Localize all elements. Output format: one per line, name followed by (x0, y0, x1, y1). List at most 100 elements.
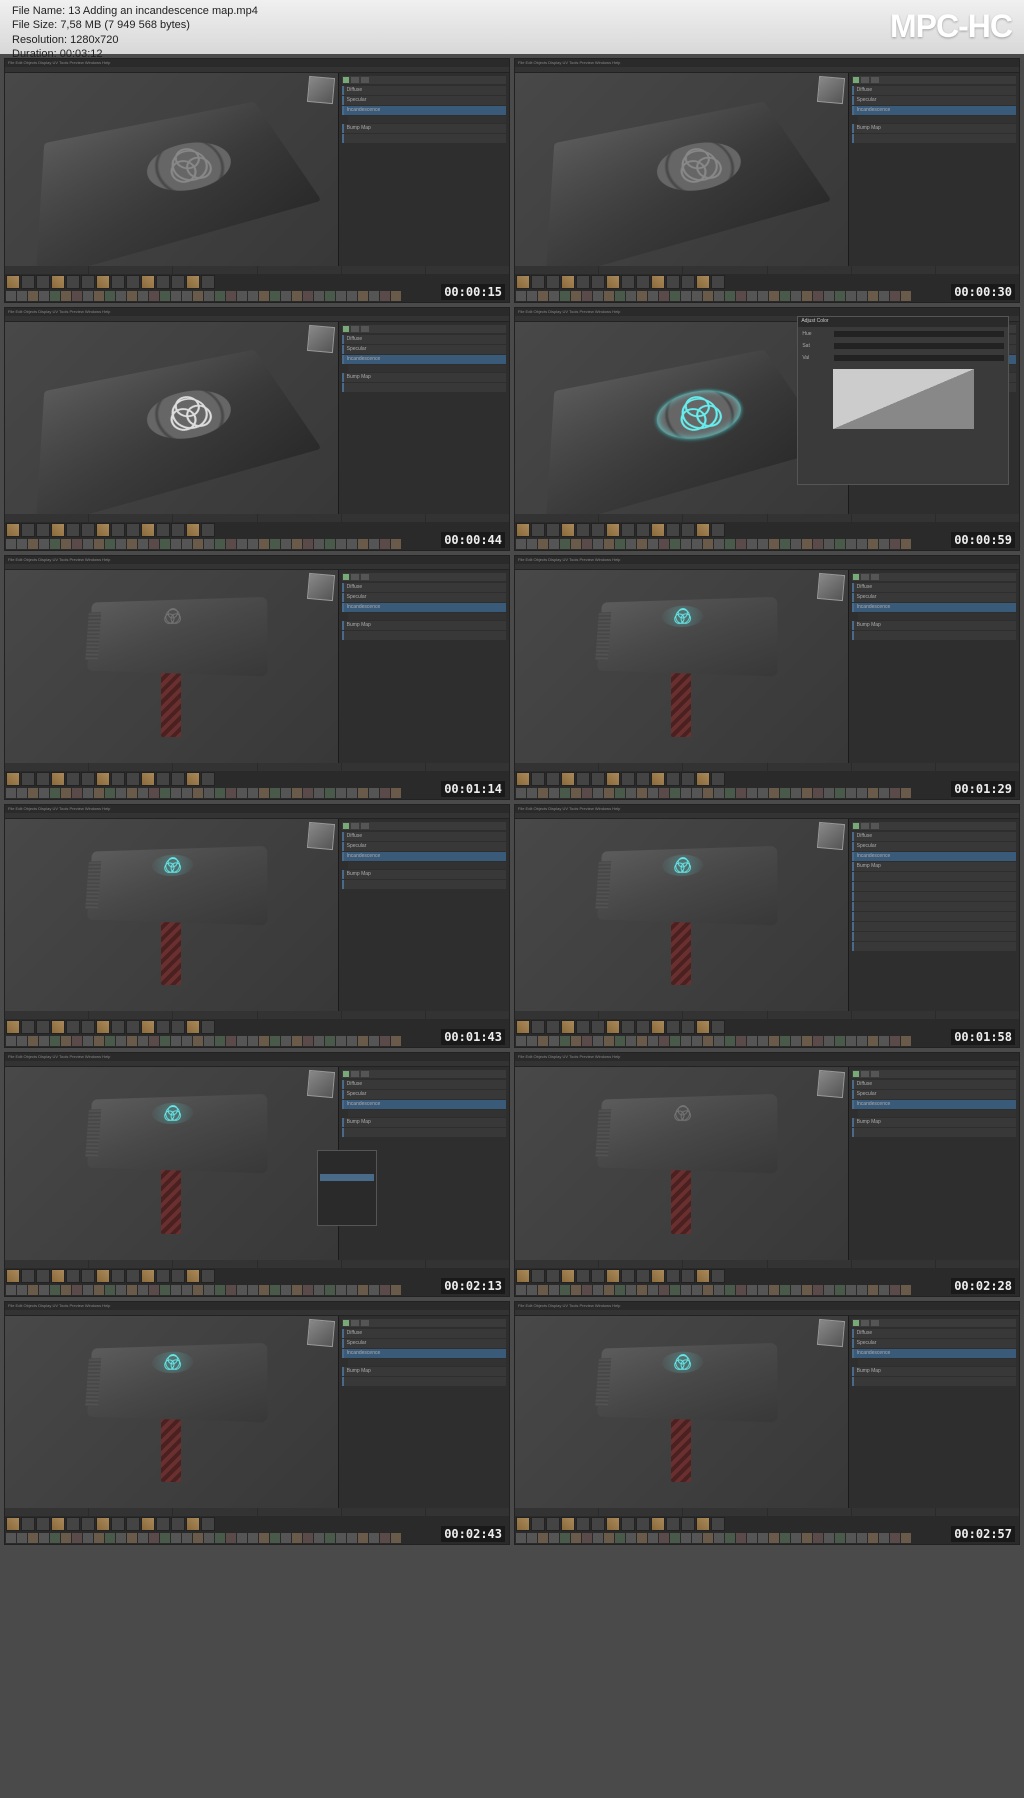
texture-swatch (758, 291, 768, 301)
tool-icon (621, 275, 635, 289)
property-row (852, 882, 1016, 891)
texture-swatch (50, 539, 60, 549)
tool-icon (591, 1020, 605, 1034)
texture-swatch (226, 788, 236, 798)
texture-swatch (516, 291, 526, 301)
texture-swatch (83, 1533, 93, 1543)
texture-swatch (105, 1285, 115, 1295)
texture-swatch (681, 539, 691, 549)
video-thumbnail[interactable]: File Edit Objects Display UV Tools Previ… (4, 307, 510, 552)
video-thumbnail[interactable]: File Edit Objects Display UV Tools Previ… (514, 1052, 1020, 1297)
video-thumbnail[interactable]: File Edit Objects Display UV Tools Previ… (514, 804, 1020, 1049)
property-row (852, 892, 1016, 901)
tool-icon (681, 772, 695, 786)
texture-swatch (39, 1533, 49, 1543)
tool-shelf (515, 1508, 1019, 1544)
texture-swatch (736, 291, 746, 301)
tool-tab (426, 514, 509, 522)
texture-swatch (846, 1533, 856, 1543)
filesize-value: 7,58 MB (7 949 568 bytes) (60, 19, 190, 31)
tool-tab (852, 1260, 935, 1268)
video-thumbnail[interactable]: File Edit Objects Display UV Tools Previ… (4, 1052, 510, 1297)
tool-icon (66, 1020, 80, 1034)
tool-icon (606, 1517, 620, 1531)
video-thumbnail[interactable]: File Edit Objects Display UV Tools Previ… (514, 307, 1020, 552)
hammer-model-full (80, 599, 263, 734)
video-thumbnail[interactable]: File Edit Objects Display UV Tools Previ… (514, 1301, 1020, 1546)
texture-swatch (857, 1036, 867, 1046)
texture-swatch (380, 1036, 390, 1046)
texture-swatch (270, 539, 280, 549)
texture-swatch (50, 1036, 60, 1046)
texture-swatch (127, 1036, 137, 1046)
navigation-cube-icon (817, 1319, 845, 1347)
texture-swatch (692, 539, 702, 549)
texture-swatch (637, 1285, 647, 1295)
properties-panel: DiffuseSpecularIncandescenceBump Map (848, 73, 1019, 266)
texture-swatch (259, 788, 269, 798)
texture-swatch (248, 1285, 258, 1295)
texture-swatch (292, 539, 302, 549)
video-thumbnail[interactable]: File Edit Objects Display UV Tools Previ… (4, 58, 510, 303)
field-label: Sat (802, 343, 832, 353)
texture-swatch (116, 1036, 126, 1046)
texture-swatch (769, 1533, 779, 1543)
texture-swatch (105, 539, 115, 549)
texture-swatch (138, 291, 148, 301)
texture-swatch (582, 1533, 592, 1543)
texture-swatch (259, 1285, 269, 1295)
texture-swatch (626, 539, 636, 549)
video-thumbnail[interactable]: File Edit Objects Display UV Tools Previ… (514, 555, 1020, 800)
texture-swatch (846, 539, 856, 549)
texture-swatch (6, 291, 16, 301)
properties-panel: DiffuseSpecularIncandescenceBump Map (848, 1316, 1019, 1509)
video-thumbnail[interactable]: File Edit Objects Display UV Tools Previ… (514, 58, 1020, 303)
tool-icon (126, 1517, 140, 1531)
tool-tab (768, 266, 851, 274)
property-row: Incandescence (852, 852, 1016, 861)
tool-icon (651, 275, 665, 289)
video-thumbnail[interactable]: File Edit Objects Display UV Tools Previ… (4, 555, 510, 800)
texture-swatch (527, 1533, 537, 1543)
texture-swatch (270, 788, 280, 798)
texture-swatch (670, 1285, 680, 1295)
texture-swatch (802, 788, 812, 798)
tool-icon (546, 1269, 560, 1283)
texture-swatch (846, 1036, 856, 1046)
texture-swatch (868, 1533, 878, 1543)
property-row (852, 1377, 1016, 1386)
texture-swatch (105, 1036, 115, 1046)
texture-swatch (538, 291, 548, 301)
texture-swatch (604, 1036, 614, 1046)
tool-tab (768, 1508, 851, 1516)
texture-swatch (215, 1533, 225, 1543)
tool-tab (852, 514, 935, 522)
play-icon (343, 326, 349, 332)
texture-swatch (369, 1533, 379, 1543)
video-thumbnail[interactable]: File Edit Objects Display UV Tools Previ… (4, 804, 510, 1049)
texture-swatch (890, 1533, 900, 1543)
texture-swatch (138, 1036, 148, 1046)
tool-shelf (515, 763, 1019, 799)
texture-swatch (259, 291, 269, 301)
tool-icon (126, 523, 140, 537)
texture-swatch (83, 1285, 93, 1295)
texture-swatch (149, 539, 159, 549)
texture-swatch (648, 1533, 658, 1543)
texture-swatch (725, 1036, 735, 1046)
texture-swatch (791, 539, 801, 549)
texture-swatch (171, 1533, 181, 1543)
texture-swatch (890, 539, 900, 549)
texture-swatch (538, 1285, 548, 1295)
texture-swatch (72, 1285, 82, 1295)
texture-swatch (659, 1533, 669, 1543)
property-row (852, 922, 1016, 931)
texture-swatch (681, 1036, 691, 1046)
tool-tab (426, 1011, 509, 1019)
play-icon (853, 77, 859, 83)
texture-swatch (237, 291, 247, 301)
video-thumbnail[interactable]: File Edit Objects Display UV Tools Previ… (4, 1301, 510, 1546)
texture-swatch (182, 539, 192, 549)
texture-swatch (237, 539, 247, 549)
tool-tab (258, 763, 341, 771)
